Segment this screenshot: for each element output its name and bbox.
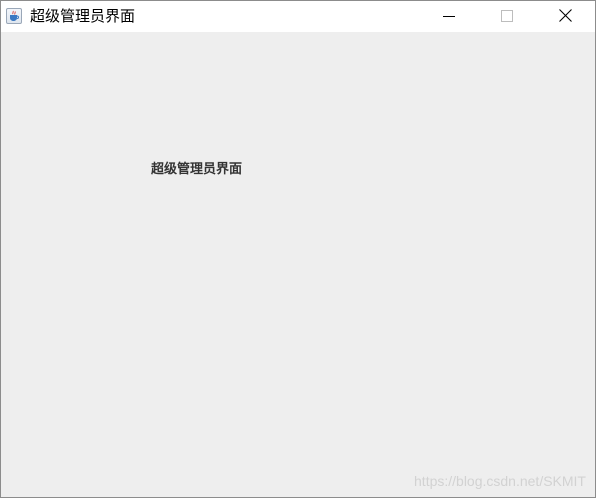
minimize-icon (443, 7, 455, 26)
title-bar[interactable]: 超级管理员界面 (1, 1, 595, 32)
content-panel: 超级管理员界面 (1, 32, 595, 497)
minimize-button[interactable] (420, 1, 478, 32)
java-cup-icon[interactable] (6, 8, 22, 24)
maximize-icon (501, 7, 513, 26)
close-icon (558, 7, 572, 26)
page-heading: 超级管理员界面 (151, 162, 243, 177)
app-window: 超级管理员界面 超级管理员界面 https://blog.csdn.net/SK… (0, 0, 596, 498)
watermark-text: https://blog.csdn.net/SKMIT (414, 473, 586, 489)
maximize-button[interactable] (478, 1, 536, 32)
close-button[interactable] (536, 1, 594, 32)
window-title: 超级管理员界面 (30, 7, 136, 25)
